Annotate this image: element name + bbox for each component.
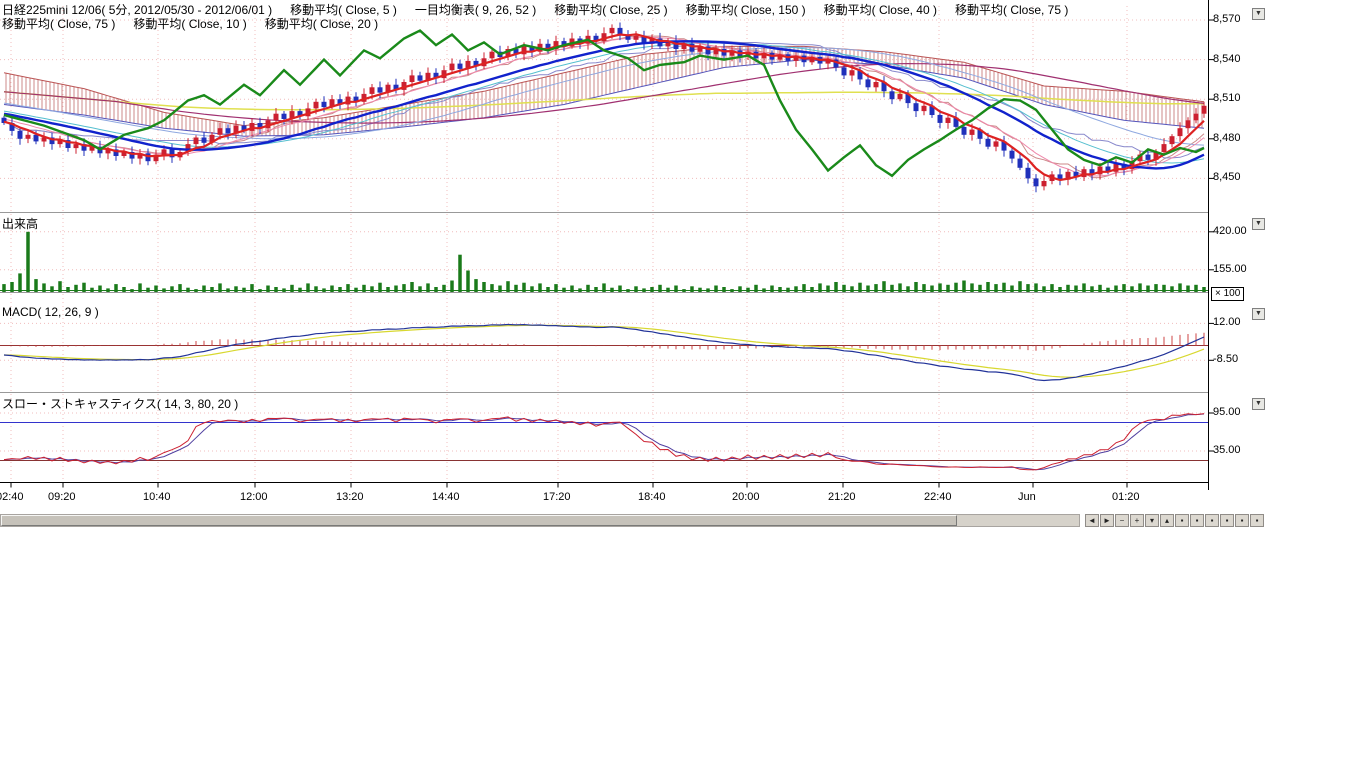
time-axis-label: 02:40 bbox=[0, 491, 24, 503]
indicator-label: 一目均衡表( 9, 26, 52 ) bbox=[415, 3, 536, 17]
price-axis-label: 8,540 bbox=[1213, 53, 1241, 65]
indicator-label: 移動平均( Close, 75 ) bbox=[955, 3, 1068, 17]
time-axis-label: 22:40 bbox=[924, 491, 952, 503]
time-axis-label: 10:40 bbox=[143, 491, 171, 503]
price-pane bbox=[2, 23, 1207, 193]
macd-pane bbox=[0, 325, 1208, 381]
horizontal-scrollbar[interactable] bbox=[0, 514, 1080, 527]
time-axis: 02:40 09:20 10:40 12:00 13:20 14:40 17:20 18:40… bbox=[0, 491, 1208, 505]
macd-signal-line bbox=[4, 325, 1204, 377]
price-axis-label: 8,450 bbox=[1213, 171, 1241, 183]
time-axis-label: 14:40 bbox=[432, 491, 460, 503]
macd-axis-label: -8.50 bbox=[1213, 353, 1238, 365]
volume-bars bbox=[4, 232, 1204, 292]
volume-pane-scroll-button[interactable]: ▼ bbox=[1252, 218, 1265, 230]
price-pane-scroll-button[interactable]: ▼ bbox=[1252, 8, 1265, 20]
indicator-label: 移動平均( Close, 40 ) bbox=[824, 3, 937, 17]
chart-application-window: 日経225mini 12/06( 5分, 2012/05/30 - 2012/0… bbox=[0, 0, 1366, 768]
toolbar-button-6[interactable]: ▴ bbox=[1160, 514, 1174, 527]
macd-pane-title: MACD( 12, 26, 9 ) bbox=[2, 305, 99, 319]
time-axis-label: 20:00 bbox=[732, 491, 760, 503]
stoch-axis-label: 35.00 bbox=[1213, 444, 1241, 456]
scroll-left-button[interactable]: ◄ bbox=[1085, 514, 1099, 527]
time-axis-label: 21:20 bbox=[828, 491, 856, 503]
macd-histogram bbox=[12, 333, 1204, 351]
volume-axis-label: 155.00 bbox=[1213, 263, 1247, 275]
stoch-pane-title: スロー・ストキャスティクス( 14, 3, 80, 20 ) bbox=[2, 395, 238, 412]
toolbar-button-11[interactable]: ▪ bbox=[1235, 514, 1249, 527]
indicator-label: 移動平均( Close, 75 ) bbox=[2, 17, 115, 31]
indicator-label: 移動平均( Close, 20 ) bbox=[265, 17, 378, 31]
scroll-right-button[interactable]: ► bbox=[1100, 514, 1114, 527]
indicator-label: 移動平均( Close, 25 ) bbox=[554, 3, 667, 17]
volume-pane-title: 出来高 bbox=[2, 215, 38, 232]
volume-axis-label: 420.00 bbox=[1213, 225, 1247, 237]
time-axis-label: 09:20 bbox=[48, 491, 76, 503]
toolbar-button-5[interactable]: ▾ bbox=[1145, 514, 1159, 527]
price-axis-label: 8,480 bbox=[1213, 132, 1241, 144]
chart-canvas bbox=[0, 0, 1366, 530]
stoch-pane bbox=[0, 414, 1208, 470]
right-axis: 8,570 8,540 8,510 8,480 8,450 420.00 155.00 12.… bbox=[1213, 0, 1273, 500]
indicator-legend-row-2: 移動平均( Close, 75 ) 移動平均( Close, 10 ) 移動平均( … bbox=[2, 15, 396, 32]
indicator-label: 移動平均( Close, 10 ) bbox=[133, 17, 246, 31]
stoch-axis-label: 95.00 bbox=[1213, 406, 1241, 418]
toolbar-button-10[interactable]: ▪ bbox=[1220, 514, 1234, 527]
price-axis-label: 8,510 bbox=[1213, 92, 1241, 104]
macd-axis-label: 12.00 bbox=[1213, 316, 1241, 328]
toolbar-button-8[interactable]: ▪ bbox=[1190, 514, 1204, 527]
volume-pane bbox=[0, 232, 1208, 292]
price-axis-label: 8,570 bbox=[1213, 13, 1241, 25]
indicator-label: 移動平均( Close, 150 ) bbox=[686, 3, 806, 17]
time-axis-label: 18:40 bbox=[638, 491, 666, 503]
scrollbar-thumb[interactable] bbox=[1, 515, 957, 526]
toolbar-button-9[interactable]: ▪ bbox=[1205, 514, 1219, 527]
chart-toolbar: ◄►−+▾▴▪▪▪▪▪▪ bbox=[1085, 514, 1265, 527]
toolbar-button-7[interactable]: ▪ bbox=[1175, 514, 1189, 527]
time-axis-label: Jun bbox=[1018, 491, 1036, 503]
zoom-in-button[interactable]: + bbox=[1130, 514, 1144, 527]
time-axis-label: 17:20 bbox=[543, 491, 571, 503]
time-axis-label: 12:00 bbox=[240, 491, 268, 503]
stoch-pane-scroll-button[interactable]: ▼ bbox=[1252, 398, 1265, 410]
time-axis-label: 01:20 bbox=[1112, 491, 1140, 503]
macd-pane-scroll-button[interactable]: ▼ bbox=[1252, 308, 1265, 320]
toolbar-button-12[interactable]: ▪ bbox=[1250, 514, 1264, 527]
time-axis-label: 13:20 bbox=[336, 491, 364, 503]
zoom-out-button[interactable]: − bbox=[1115, 514, 1129, 527]
